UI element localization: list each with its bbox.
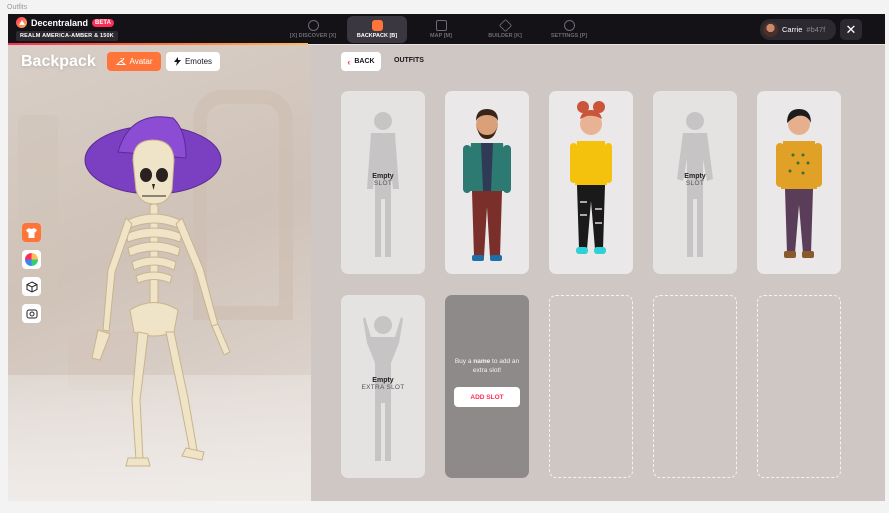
brand: Decentraland BETA (16, 17, 114, 28)
decentraland-logo-icon (16, 17, 27, 28)
slot-label: Empty EXTRA SLOT (341, 377, 425, 391)
buy-extra-slot-card: Buy a name to add an extra slot! ADD SLO… (445, 295, 529, 478)
nav-map[interactable]: MAP [M] (411, 16, 471, 43)
outfit-slot-4[interactable]: Empty SLOT (653, 91, 737, 274)
lightning-icon (173, 57, 181, 66)
screenshot-icon (26, 309, 37, 318)
backpack-icon (371, 20, 383, 31)
outfit-slot-2[interactable] (445, 91, 529, 274)
colors-tool-button[interactable] (22, 250, 41, 269)
nav-builder-label: BUILDER [K] (488, 33, 522, 39)
outfit-slot-3[interactable] (549, 91, 633, 274)
chevron-left-icon: ‹ (347, 56, 351, 67)
nav-discover[interactable]: [X] DISCOVER [X] (283, 16, 343, 43)
close-button[interactable]: ✕ (840, 19, 862, 40)
map-icon (435, 20, 447, 31)
user-tag: #b47f (806, 25, 826, 34)
main-nav: [X] DISCOVER [X] BACKPACK [B] MAP [M] BU… (283, 14, 599, 44)
avatar (763, 22, 778, 37)
avatar-tools (22, 223, 41, 323)
slot-label: Empty SLOT (653, 173, 737, 187)
back-button[interactable]: ‹ BACK (341, 52, 381, 71)
cube-icon (498, 18, 512, 33)
extra-slot-1[interactable]: Empty EXTRA SLOT (341, 295, 425, 478)
skeleton-avatar-model (84, 116, 231, 467)
outfit-slot-5[interactable] (757, 91, 841, 274)
nav-map-label: MAP [M] (430, 33, 452, 39)
app-window: Decentraland BETA REALM AMERICA-AMBER & … (8, 14, 885, 501)
slot-type: SLOT (685, 180, 705, 187)
realm-badge[interactable]: REALM AMERICA-AMBER & 150K (16, 31, 118, 41)
nav-backpack-label: BACKPACK [B] (356, 33, 398, 39)
slot-type: EXTRA SLOT (361, 384, 405, 391)
mustard-sweater-avatar (776, 109, 822, 258)
color-wheel-icon (25, 253, 38, 266)
nft-cube-icon (26, 280, 37, 293)
nav-backpack[interactable]: BACKPACK [B] (347, 16, 407, 43)
slot-type: SLOT (373, 180, 393, 187)
tab-avatar[interactable]: Avatar (107, 52, 161, 71)
hanger-icon (115, 57, 126, 65)
wearables-tool-button[interactable] (22, 223, 41, 242)
add-slot-button[interactable]: ADD SLOT (454, 387, 520, 407)
screenshot-tool-button[interactable] (22, 304, 41, 323)
page-title: Backpack (21, 53, 96, 70)
buy-text-name: name (473, 358, 491, 365)
locked-slot-1 (549, 295, 633, 478)
username: Carrie (782, 25, 803, 34)
shirt-icon (26, 227, 37, 238)
buy-text-pre: Buy a (454, 358, 474, 365)
tab-emotes-label: Emotes (184, 57, 213, 66)
back-button-label: BACK (354, 58, 375, 65)
beta-badge: BETA (92, 18, 114, 27)
top-bar: Decentraland BETA REALM AMERICA-AMBER & … (8, 14, 885, 44)
slot-label: Empty SLOT (341, 173, 425, 187)
bearded-man-avatar (463, 109, 511, 261)
locked-slot-3 (757, 295, 841, 478)
buy-extra-slot-text: Buy a name to add an extra slot! (451, 357, 523, 375)
nav-settings[interactable]: SETTINGS [P] (539, 16, 599, 43)
window-title: Outfits (7, 4, 28, 11)
tab-emotes[interactable]: Emotes (166, 52, 220, 71)
gear-icon (563, 20, 575, 31)
nav-settings-label: SETTINGS [P] (550, 33, 588, 39)
nav-builder[interactable]: BUILDER [K] (475, 16, 535, 43)
user-profile-button[interactable]: Carrie #b47f (760, 19, 836, 40)
slot-status: Empty (372, 173, 394, 180)
compass-icon (307, 20, 319, 31)
brand-name: Decentraland (31, 17, 89, 28)
outfits-panel: ‹ BACK OUTFITS Empty SLOT Empty SLOT Emp… (311, 45, 885, 501)
locked-slot-2 (653, 295, 737, 478)
breadcrumb: OUTFITS (394, 57, 424, 64)
collectibles-tool-button[interactable] (22, 277, 41, 296)
avatar-preview-panel: Backpack Avatar Emotes (8, 45, 311, 501)
outfit-slot-1[interactable]: Empty SLOT (341, 91, 425, 274)
slot-status: Empty (684, 173, 706, 180)
nav-discover-label: [X] DISCOVER [X] (289, 33, 337, 39)
tab-avatar-label: Avatar (129, 57, 153, 66)
yellow-top-avatar (570, 101, 612, 254)
slot-status: Empty (372, 377, 394, 384)
